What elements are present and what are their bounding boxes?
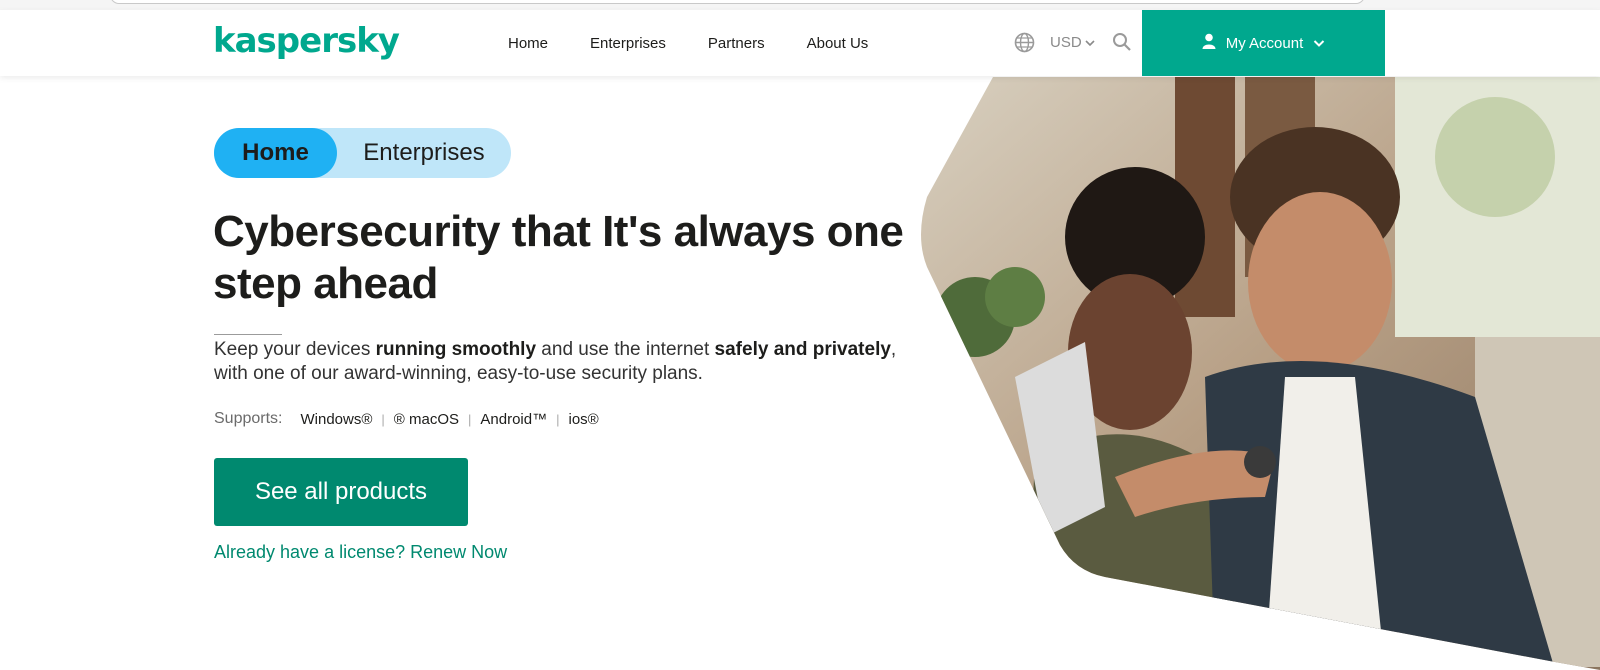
hero-photo — [915, 77, 1600, 670]
hero-title: Cybersecurity that It's always one step … — [213, 207, 904, 308]
main-nav: Home Enterprises Partners About Us — [508, 10, 910, 76]
nav-about-us[interactable]: About Us — [807, 35, 869, 52]
segment-toggle: Home Enterprises — [214, 128, 511, 178]
see-all-products-button[interactable]: See all products — [214, 458, 468, 526]
currency-label: USD — [1050, 34, 1082, 51]
separator: | — [556, 411, 560, 427]
supports-label: Supports: — [214, 410, 283, 427]
browser-top-strip — [0, 0, 1600, 10]
kaspersky-logo[interactable]: kaspersky — [213, 22, 400, 60]
user-icon — [1202, 33, 1216, 53]
nav-partners[interactable]: Partners — [708, 35, 765, 52]
globe-icon[interactable] — [1014, 32, 1035, 53]
currency-selector[interactable]: USD — [1050, 34, 1095, 51]
hero-description: Keep your devices running smoothly and u… — [214, 338, 924, 386]
chevron-down-icon — [1313, 35, 1325, 52]
os-macos: ® macOS — [393, 410, 460, 428]
toggle-home[interactable]: Home — [214, 128, 337, 178]
chevron-down-icon — [1085, 34, 1095, 51]
separator: | — [381, 411, 385, 427]
divider — [214, 334, 282, 335]
nav-home[interactable]: Home — [508, 35, 548, 52]
browser-address-bar[interactable] — [110, 0, 1365, 4]
desc-text: and use the internet — [536, 339, 715, 360]
separator: | — [468, 411, 472, 427]
supported-platforms: Supports: Windows® | ® macOS | Android™ … — [214, 410, 599, 428]
toggle-enterprises[interactable]: Enterprises — [337, 128, 511, 178]
desc-text: Keep your devices — [214, 339, 376, 360]
site-header: kaspersky Home Enterprises Partners Abou… — [0, 10, 1600, 76]
search-icon[interactable] — [1112, 32, 1132, 52]
os-windows: Windows® — [300, 410, 373, 428]
my-account-button[interactable]: My Account — [1142, 10, 1385, 76]
os-ios: ios® — [568, 410, 599, 428]
desc-bold: safely and privately — [714, 339, 891, 360]
desc-bold: running smoothly — [375, 339, 537, 360]
renew-license-link[interactable]: Already have a license? Renew Now — [214, 542, 507, 563]
os-android: Android™ — [480, 410, 548, 428]
my-account-label: My Account — [1225, 34, 1304, 52]
nav-enterprises[interactable]: Enterprises — [590, 35, 666, 52]
